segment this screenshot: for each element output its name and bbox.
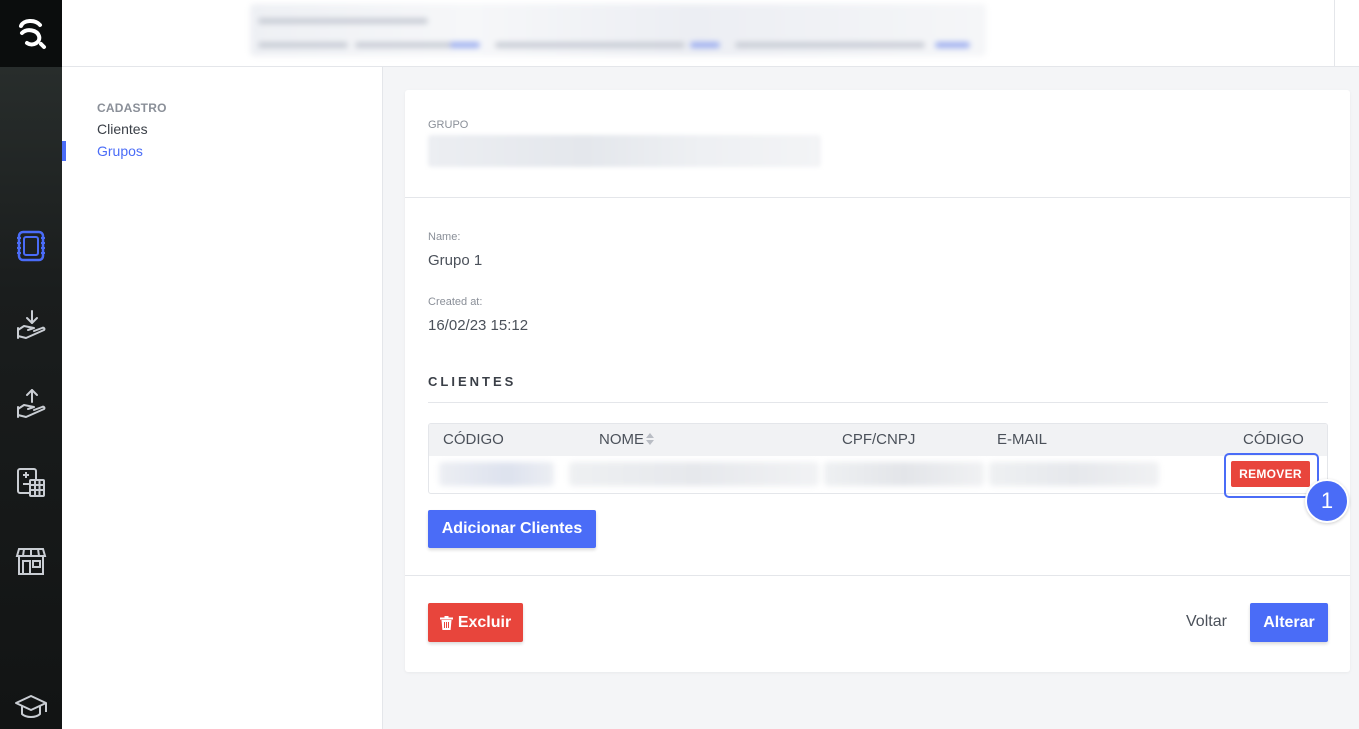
- back-link[interactable]: Voltar: [1186, 613, 1227, 631]
- created-at-value: 16/02/23 15:12: [428, 317, 529, 334]
- group-input-blurred[interactable]: [428, 135, 821, 167]
- top-header: [62, 0, 1359, 67]
- clients-section-title: CLIENTES: [428, 374, 517, 389]
- column-header-codigo-2[interactable]: CÓDIGO: [1243, 431, 1304, 448]
- icon-rail: [0, 0, 62, 729]
- name-label: Name:: [428, 231, 461, 243]
- sidebar-item-clientes[interactable]: Clientes: [97, 121, 148, 137]
- header-divider: [1334, 0, 1335, 67]
- column-header-nome[interactable]: NOME: [599, 431, 654, 448]
- blurred-cell: [569, 462, 819, 486]
- blurred-cell: [989, 462, 1159, 486]
- column-header-nome-label: NOME: [599, 431, 644, 448]
- created-at-label: Created at:: [428, 296, 483, 308]
- notebook-icon[interactable]: [7, 222, 55, 270]
- active-item-marker: [62, 141, 66, 161]
- logo-icon: [19, 18, 46, 49]
- name-value: Grupo 1: [428, 252, 483, 269]
- delete-button[interactable]: Excluir: [428, 603, 523, 642]
- delete-button-label: Excluir: [457, 613, 512, 631]
- receive-hand-icon[interactable]: [7, 301, 55, 349]
- store-icon[interactable]: [7, 537, 55, 585]
- graduation-cap-icon[interactable]: [7, 683, 55, 729]
- calculator-icon[interactable]: [7, 458, 55, 506]
- blurred-cell: [824, 462, 984, 486]
- blurred-cell: [439, 462, 554, 486]
- clients-table: CÓDIGO NOME CPF/CNPJ E-MAIL CÓDIGO: [428, 423, 1328, 494]
- footer-divider: [405, 575, 1350, 576]
- section-divider: [428, 402, 1328, 403]
- column-header-email[interactable]: E-MAIL: [997, 431, 1047, 448]
- sidebar-item-grupos[interactable]: Grupos: [97, 143, 143, 159]
- send-hand-icon[interactable]: [7, 380, 55, 428]
- divider: [405, 197, 1350, 198]
- sort-icon[interactable]: [646, 433, 654, 445]
- blurred-header-content: [250, 4, 986, 56]
- trash-icon: [439, 615, 453, 630]
- column-header-cpf-cnpj[interactable]: CPF/CNPJ: [842, 431, 915, 448]
- group-detail-card: GRUPO Name: Grupo 1 Created at: 16/02/23…: [405, 90, 1350, 672]
- annotation-badge: 1: [1305, 479, 1349, 523]
- table-header: CÓDIGO NOME CPF/CNPJ E-MAIL CÓDIGO: [429, 424, 1327, 456]
- add-clients-button[interactable]: Adicionar Clientes: [428, 510, 596, 548]
- group-label: GRUPO: [428, 119, 469, 131]
- app-logo[interactable]: [0, 0, 62, 67]
- update-button[interactable]: Alterar: [1250, 603, 1328, 642]
- sidebar-section-cadastro: CADASTRO: [97, 101, 167, 115]
- annotation-highlight-box: [1224, 453, 1319, 498]
- secondary-sidebar: CADASTRO Clientes Grupos: [62, 67, 383, 729]
- column-header-codigo[interactable]: CÓDIGO: [443, 431, 504, 448]
